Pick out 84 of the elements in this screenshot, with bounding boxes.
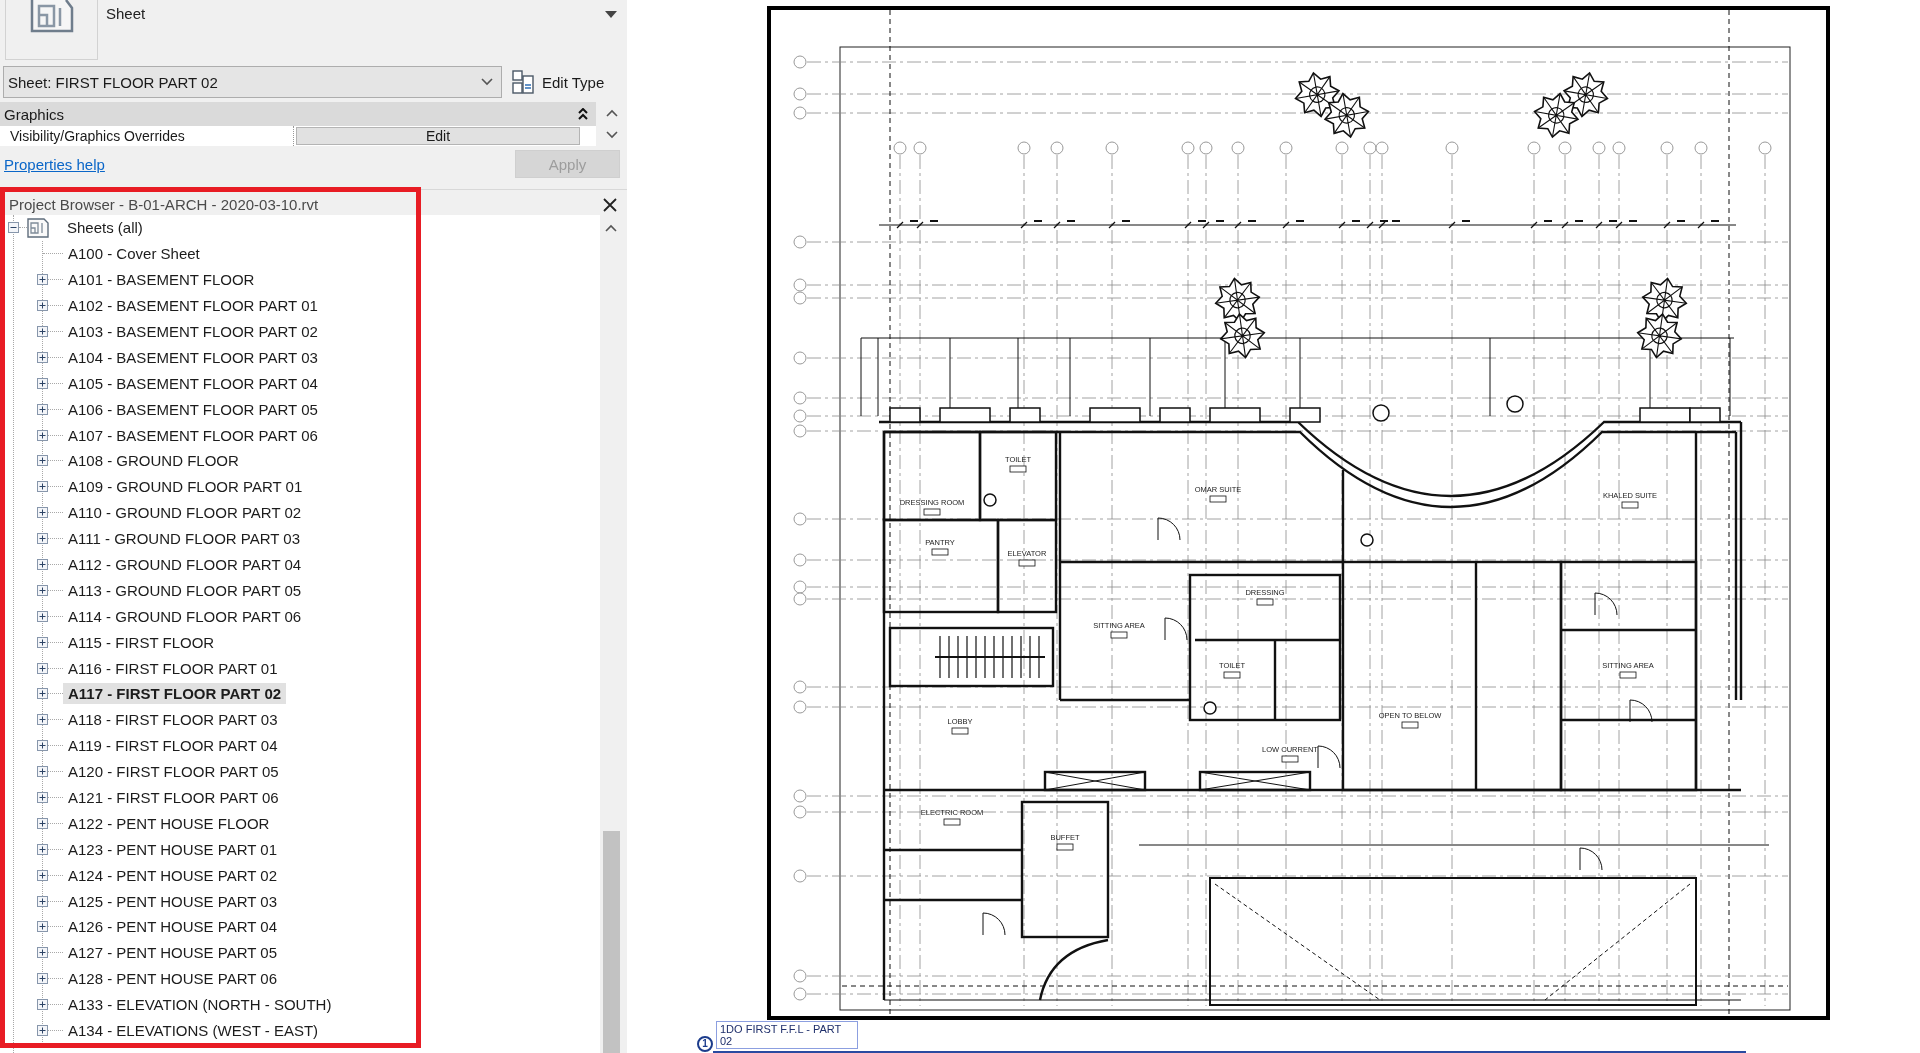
plus-icon[interactable]: [37, 326, 48, 337]
sheet-item[interactable]: A110 - GROUND FLOOR PART 02: [63, 502, 307, 524]
plus-icon[interactable]: [37, 999, 48, 1011]
sheet-item[interactable]: A105 - BASEMENT FLOOR PART 04: [63, 372, 323, 394]
plus-icon[interactable]: [37, 274, 48, 286]
edit-button[interactable]: Edit: [296, 127, 580, 145]
sheet-item[interactable]: A126 - PENT HOUSE PART 04: [63, 916, 282, 938]
plus-icon[interactable]: [37, 584, 48, 596]
plus-icon[interactable]: [37, 636, 48, 648]
sheet-item[interactable]: A114 - GROUND FLOOR PART 06: [63, 605, 307, 627]
plus-icon[interactable]: [37, 688, 48, 700]
sheet-item[interactable]: A100 - Cover Sheet: [63, 243, 205, 265]
close-icon: [603, 198, 617, 212]
sheet-item[interactable]: A109 - GROUND FLOOR PART 01: [63, 476, 308, 498]
plus-icon[interactable]: [37, 533, 48, 545]
plus-icon[interactable]: [37, 973, 48, 985]
view-number: 1: [697, 1036, 713, 1052]
plus-icon[interactable]: [37, 455, 48, 467]
chevron-down-icon[interactable]: [481, 78, 493, 86]
sheet-item[interactable]: A133 - ELEVATION (NORTH - SOUTH): [63, 994, 337, 1016]
close-button[interactable]: [603, 198, 617, 212]
help-link[interactable]: Properties help: [4, 155, 105, 173]
sheet-item[interactable]: A127 - PENT HOUSE PART 05: [63, 942, 282, 964]
caret-icon[interactable]: [605, 11, 617, 18]
plus-icon[interactable]: [37, 817, 48, 829]
plus-icon[interactable]: [37, 843, 48, 855]
sheet-item[interactable]: A103 - BASEMENT FLOOR PART 02: [63, 321, 323, 342]
plus-icon[interactable]: [37, 481, 48, 493]
chevron-down-icon[interactable]: [605, 131, 618, 139]
sheet-item[interactable]: A119 - FIRST FLOOR PART 04: [63, 735, 283, 757]
sheet-item[interactable]: A107 - BASEMENT FLOOR PART 06: [63, 424, 323, 446]
plus-icon[interactable]: [37, 921, 48, 933]
view-title: 1DO FIRST F.F.L - PART 02: [716, 1021, 858, 1049]
panel-title: Project Browser - B-01-ARCH - 2020-03-10.rvt: [9, 196, 319, 213]
plus-icon[interactable]: [37, 403, 48, 415]
sheet-item[interactable]: A106 - BASEMENT FLOOR PART 05: [63, 398, 323, 420]
instance-selector[interactable]: Sheet: FIRST FLOOR PART 02: [3, 66, 502, 98]
sheet-item[interactable]: A104 - BASEMENT FLOOR PART 03: [63, 346, 323, 368]
plus-icon[interactable]: [37, 662, 48, 674]
plus-icon[interactable]: [37, 792, 48, 804]
sheet-item[interactable]: A115 - FIRST FLOOR: [63, 631, 220, 653]
tree-item[interactable]: Sheets (all): [62, 217, 148, 239]
sheet-item[interactable]: A125 - PENT HOUSE PART 03: [63, 890, 282, 912]
plus-icon[interactable]: [37, 300, 48, 312]
sheet-item[interactable]: A123 - PENT HOUSE PART 01: [63, 838, 282, 860]
sheet-item[interactable]: A112 - GROUND FLOOR PART 04: [63, 554, 307, 575]
plus-icon[interactable]: [37, 714, 48, 726]
sheet-icon: [29, 0, 74, 33]
sheet-item[interactable]: A108 - GROUND FLOOR: [63, 450, 244, 472]
plus-icon[interactable]: [37, 947, 48, 959]
sheet-item[interactable]: A124 - PENT HOUSE PART 02: [63, 864, 282, 886]
sheet-item[interactable]: A113 - GROUND FLOOR PART 05: [63, 579, 307, 601]
sheet-item[interactable]: A122 - PENT HOUSE FLOOR: [63, 812, 275, 834]
properties-icon: [512, 70, 534, 94]
plus-icon[interactable]: [37, 895, 48, 907]
group-header[interactable]: Graphics: [0, 102, 596, 126]
sheet-item[interactable]: A116 - FIRST FLOOR PART 01: [63, 657, 283, 679]
chevron-up-icon[interactable]: [605, 109, 618, 117]
sheet-item[interactable]: A102 - BASEMENT FLOOR PART 01: [63, 295, 323, 317]
plus-icon[interactable]: [37, 740, 48, 752]
plus-icon[interactable]: [37, 351, 48, 363]
plus-icon[interactable]: [37, 766, 48, 778]
plus-icon[interactable]: [37, 1025, 48, 1037]
sheet-item[interactable]: A128 - PENT HOUSE PART 06: [63, 968, 282, 990]
sheet-item[interactable]: A117 - FIRST FLOOR PART 02: [63, 683, 287, 705]
sheet-item[interactable]: A118 - FIRST FLOOR PART 03: [63, 709, 283, 731]
plus-icon[interactable]: [37, 559, 48, 570]
sheet-item[interactable]: A101 - BASEMENT FLOOR: [63, 269, 260, 291]
chevron-up-icon[interactable]: [605, 224, 617, 232]
sheet-item[interactable]: A120 - FIRST FLOOR PART 05: [63, 761, 284, 783]
sheet-item[interactable]: A111 - GROUND FLOOR PART 03: [63, 528, 305, 550]
sheet-item[interactable]: A121 - FIRST FLOOR PART 06: [63, 787, 284, 809]
plus-icon[interactable]: [37, 507, 48, 519]
sheet-item[interactable]: A134 - ELEVATIONS (WEST - EAST): [63, 1020, 324, 1042]
edit-type-button[interactable]: Edit Type: [512, 70, 605, 94]
scrollbar-thumb[interactable]: [602, 831, 620, 1053]
type-selector[interactable]: Sheet: [0, 0, 627, 62]
plus-icon[interactable]: [37, 610, 48, 622]
plus-icon[interactable]: [37, 377, 48, 389]
plus-icon[interactable]: [37, 429, 48, 441]
minus-icon[interactable]: [8, 222, 19, 234]
double-chevron-up-icon[interactable]: [578, 108, 588, 120]
property-label: Visibility/Graphics Overrides: [0, 126, 294, 146]
plus-icon[interactable]: [37, 869, 48, 881]
